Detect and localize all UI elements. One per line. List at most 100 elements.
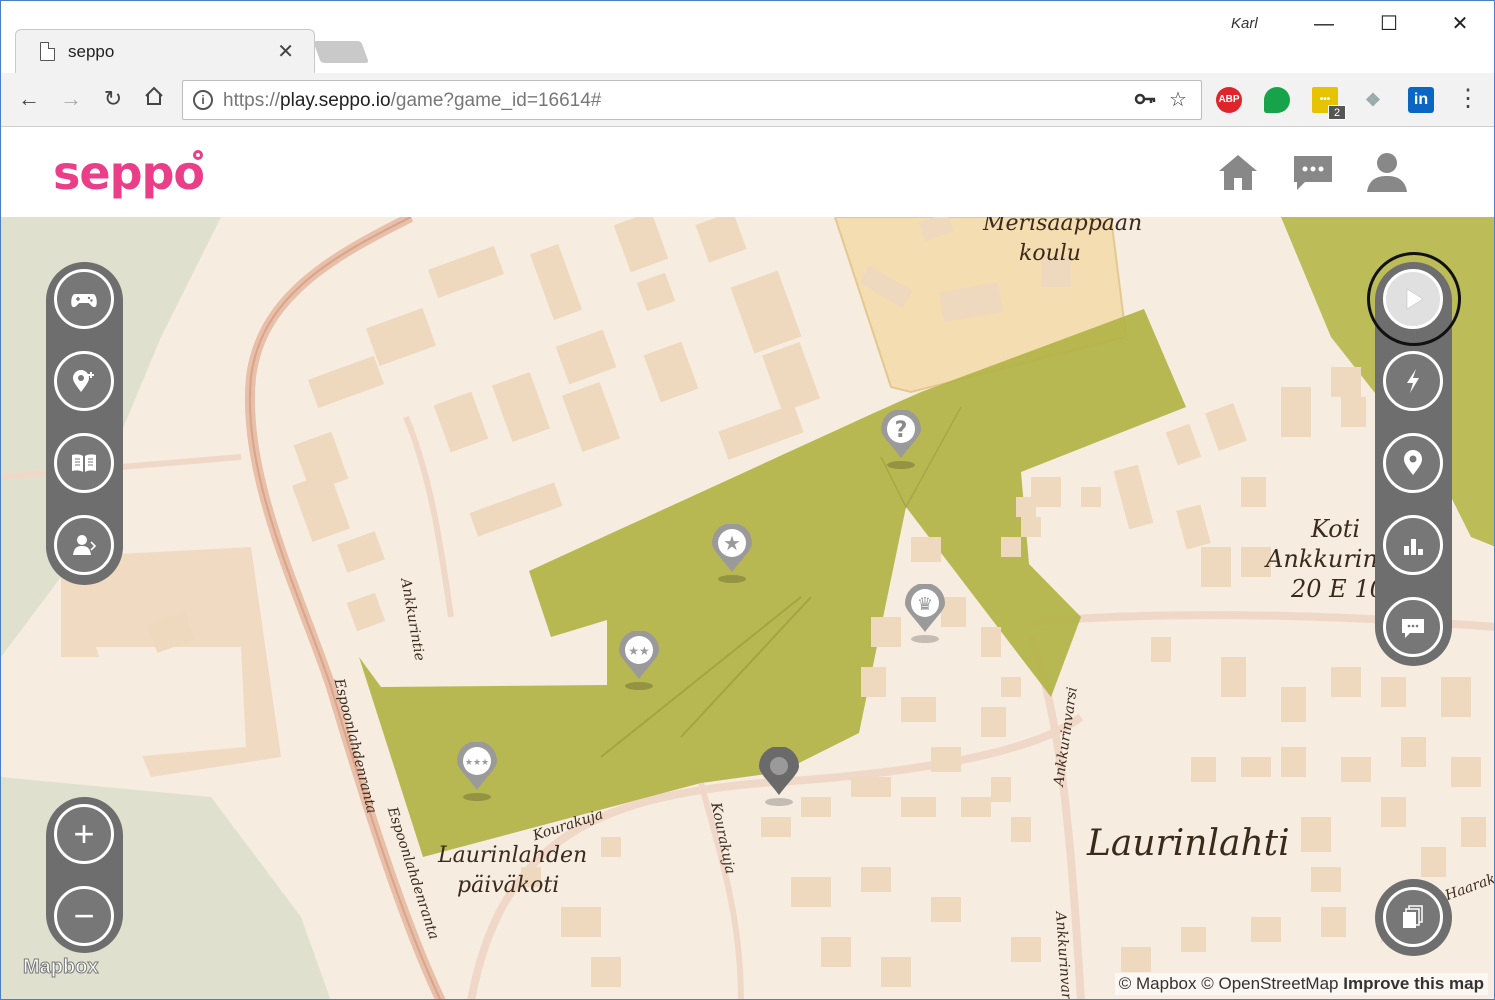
tab-close-button[interactable]: ✕	[277, 39, 294, 64]
building	[911, 537, 941, 562]
building	[1341, 757, 1371, 782]
building	[1251, 917, 1281, 942]
minus-icon: −	[73, 895, 95, 936]
building	[1011, 937, 1041, 962]
ranking-button[interactable]	[1383, 515, 1443, 575]
building	[1461, 817, 1486, 847]
building	[1181, 927, 1206, 952]
back-button[interactable]: ←	[15, 85, 43, 113]
building	[1381, 677, 1406, 707]
chat-icon	[1402, 619, 1424, 638]
one-star-pin[interactable]: ★	[710, 523, 754, 584]
left-toolbar	[46, 262, 123, 585]
building	[991, 777, 1011, 802]
chat-icon[interactable]	[1291, 150, 1335, 194]
extension-badge: 2	[1328, 105, 1346, 120]
abp-icon[interactable]: ABP	[1216, 87, 1242, 113]
attribution-osm-link[interactable]: © OpenStreetMap	[1201, 974, 1338, 993]
two-star-pin[interactable]: ★★	[617, 630, 661, 691]
building	[1081, 487, 1101, 507]
browser-menu-button[interactable]: ⋮	[1454, 85, 1482, 113]
book-button[interactable]	[54, 433, 114, 493]
map-label-koti-1: Koti	[1311, 515, 1361, 543]
info-icon[interactable]: i	[193, 90, 213, 110]
three-star-pin[interactable]: ★★★	[455, 741, 499, 802]
crown-pin[interactable]: ♛	[903, 583, 947, 644]
building	[1401, 737, 1426, 767]
map-label-daycare-2: päiväkoti	[457, 873, 560, 898]
building	[851, 777, 891, 797]
location-pin[interactable]	[757, 746, 801, 807]
building	[601, 837, 621, 857]
building	[901, 697, 936, 722]
building	[1241, 477, 1266, 507]
address-bar[interactable]: i https://play.seppo.io/game?game_id=166…	[182, 80, 1202, 120]
green-chat-icon[interactable]	[1264, 87, 1290, 113]
question-pin[interactable]: ?	[879, 409, 923, 470]
map-label-school-2: koulu	[1019, 241, 1081, 266]
home-button[interactable]	[140, 85, 168, 113]
building	[981, 707, 1006, 737]
reload-button[interactable]: ↻	[99, 85, 127, 113]
building	[1016, 497, 1036, 517]
map-label-daycare-1: Laurinlahden	[438, 843, 588, 868]
zoom-out-button[interactable]: −	[54, 886, 114, 946]
mapbox-logo[interactable]: Mapbox	[23, 956, 100, 979]
building	[901, 797, 936, 817]
title-bar: seppo ✕ Karl — ☐ ✕	[1, 1, 1494, 73]
url-text[interactable]: https://play.seppo.io/game?game_id=16614…	[223, 90, 601, 112]
layers-button[interactable]	[1383, 887, 1443, 947]
book-icon	[72, 454, 96, 472]
building	[801, 797, 831, 817]
game-map[interactable]: Merisaappaan koulu Koti Ankkurinvarsi 20…	[1, 217, 1494, 999]
activity-button[interactable]	[1383, 351, 1443, 411]
building	[761, 817, 791, 837]
seppo-logo[interactable]: seppo	[53, 146, 205, 200]
home-icon[interactable]	[1216, 150, 1260, 194]
messages-button[interactable]	[1383, 597, 1443, 657]
building	[1151, 637, 1171, 662]
attribution-mapbox-link[interactable]: © Mapbox	[1119, 974, 1197, 993]
profile-icon[interactable]	[1365, 150, 1409, 194]
building	[1301, 817, 1331, 852]
add-location-button[interactable]	[54, 351, 114, 411]
building	[1021, 517, 1041, 537]
logo-mark	[193, 150, 203, 160]
building	[1121, 947, 1151, 972]
forward-button[interactable]: →	[57, 85, 85, 113]
dropbox-icon[interactable]: ❖	[1360, 87, 1386, 113]
building	[1331, 667, 1361, 697]
building	[1201, 547, 1231, 587]
zoom-in-button[interactable]: +	[54, 804, 114, 864]
browser-toolbar: ← → ↻ i https://play.seppo.io/game?game_…	[1, 73, 1494, 127]
building	[871, 617, 901, 647]
minimize-button[interactable]: —	[1304, 9, 1344, 39]
building	[861, 867, 891, 892]
building	[961, 797, 991, 817]
improve-map-link[interactable]: Improve this map	[1343, 974, 1484, 993]
location-edit-button[interactable]	[1383, 433, 1443, 493]
building	[1281, 387, 1311, 437]
svg-text:♛: ♛	[917, 594, 933, 615]
maximize-button[interactable]: ☐	[1369, 9, 1409, 39]
linkedin-icon[interactable]: in	[1408, 87, 1434, 113]
location-edit-icon	[1404, 450, 1422, 475]
bookmark-star-icon[interactable]: ☆	[1169, 87, 1187, 112]
game-button[interactable]	[54, 269, 114, 329]
building	[1421, 847, 1446, 877]
building	[861, 667, 886, 697]
browser-tab[interactable]: seppo ✕	[15, 29, 315, 73]
new-tab-button[interactable]	[312, 41, 370, 63]
app-header: seppo	[1, 128, 1494, 217]
close-window-button[interactable]: ✕	[1440, 9, 1480, 39]
building	[1451, 757, 1481, 787]
page-icon	[40, 42, 55, 61]
plus-icon: +	[73, 813, 95, 854]
building	[981, 627, 1001, 657]
profile-name[interactable]: Karl	[1231, 15, 1258, 32]
building	[561, 907, 601, 937]
building	[881, 957, 911, 987]
building	[1341, 397, 1366, 427]
key-icon[interactable]	[1133, 87, 1157, 117]
players-button[interactable]	[54, 515, 114, 575]
